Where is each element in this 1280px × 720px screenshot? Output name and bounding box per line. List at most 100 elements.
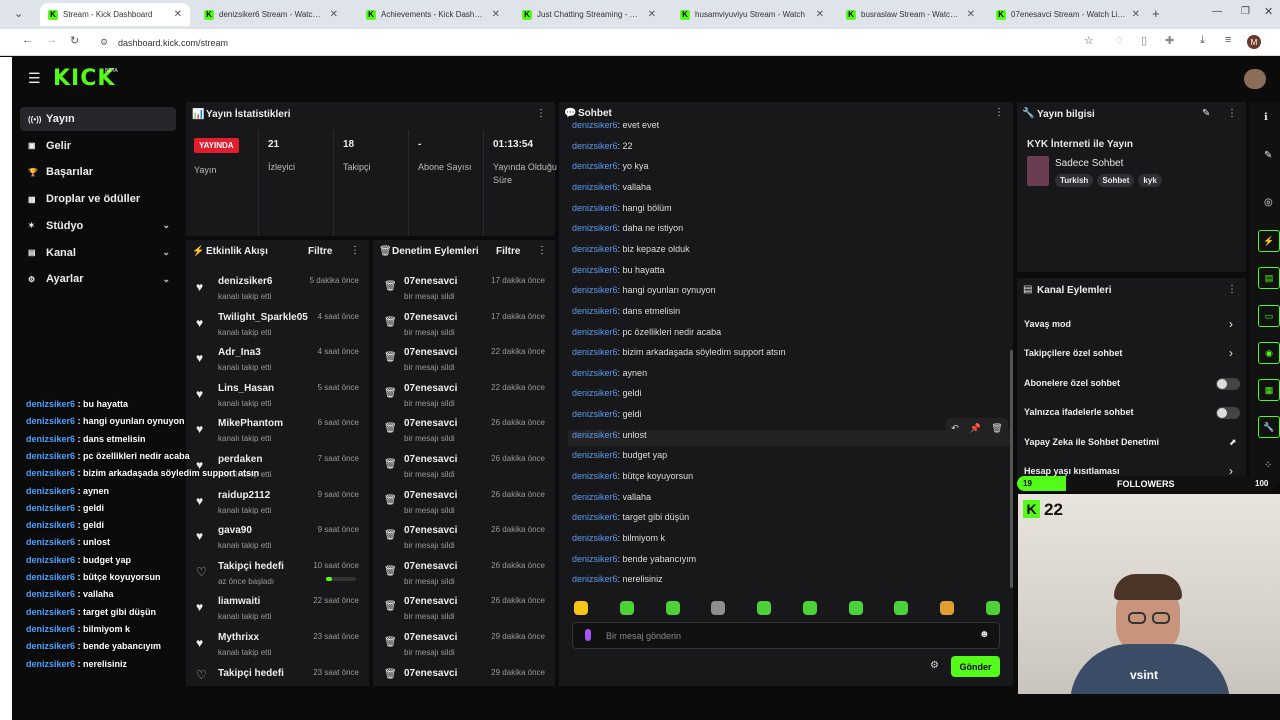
sidebar-item-broadcast[interactable]: ((•)) Yayın [20,107,176,131]
back-icon[interactable]: ← [22,34,33,46]
channel-action-label[interactable]: Yapay Zeka ile Sohbet Denetimi [1024,437,1159,447]
chat-username[interactable]: denizsiker6 [572,388,618,398]
chat-message[interactable]: denizsiker6: target gibi düşün [572,512,689,522]
chat-scrollbar[interactable] [1010,350,1013,588]
chat-message[interactable]: denizsiker6: bende yabancıyım [572,554,696,564]
layout-icon[interactable]: ▦ [1258,379,1280,401]
chat-username[interactable]: denizsiker6 [572,244,618,254]
tool-icon[interactable]: 🔧 [1258,416,1280,438]
chat-message[interactable]: denizsiker6: geldi [572,388,642,398]
tab-search-icon[interactable]: ⌄ [14,7,23,20]
channel-action-label[interactable]: Takipçilere özel sohbet [1024,348,1122,358]
browser-tab[interactable]: Kdenizsiker6 Stream - Watch Live ✕ [196,3,346,26]
chat-message[interactable]: denizsiker6: hangi bölüm [572,203,672,213]
chat-username[interactable]: denizsiker6 [572,368,618,378]
external-link-icon[interactable]: ⬈ [1229,437,1237,448]
channel-action-label[interactable]: Yalnızca ifadelerle sohbet [1024,407,1134,417]
chat-username[interactable]: denizsiker6 [572,554,618,564]
edit-icon[interactable]: ✎ [1202,108,1210,119]
broadcast-rail-icon[interactable]: ◉ [1258,342,1280,364]
category-name[interactable]: Sadece Sohbet [1055,158,1123,169]
emote-icon[interactable] [665,601,680,615]
close-window-icon[interactable]: ✕ [1264,5,1273,18]
stream-info-more-icon[interactable]: ⋮ [1227,108,1237,119]
maximize-icon[interactable]: ❐ [1241,6,1250,17]
media-icon[interactable]: ≡ [1225,34,1231,46]
moderator-name[interactable]: 07enesavci [404,454,457,465]
tab-close-icon[interactable]: ✕ [810,9,824,20]
channel-action-label[interactable]: Hesap yaşı kısıtlaması [1024,466,1120,476]
activity-filter-button[interactable]: Filtre [308,246,332,257]
chat-message[interactable]: denizsiker6: daha ne istiyon [572,223,683,233]
chat-username[interactable]: denizsiker6 [572,327,618,337]
activity-name[interactable]: gava90 [218,525,252,536]
activity-more-icon[interactable]: ⋮ [350,245,360,256]
chat-username[interactable]: denizsiker6 [572,450,618,460]
moderation-filter-button[interactable]: Filtre [496,246,520,257]
sidebar-item-studio[interactable]: ✶ Stüdyo ⌄ [20,214,176,238]
chat-message[interactable]: denizsiker6: vallaha [572,182,651,192]
chat-username[interactable]: denizsiker6 [572,285,618,295]
chat-username[interactable]: denizsiker6 [572,122,618,130]
chat-username[interactable]: denizsiker6 [572,471,618,481]
tag[interactable]: Sohbet [1097,174,1135,187]
activity-name[interactable]: liamwaiti [218,596,260,607]
lightning-icon[interactable]: ⚡ [1258,230,1280,252]
profile-avatar[interactable]: M [1247,35,1261,49]
chat-username[interactable]: denizsiker6 [572,512,618,522]
browser-tab[interactable]: K Just Chatting Streaming - Live ✕ [514,3,664,26]
emoji-icon[interactable]: ☻ [979,629,990,640]
chat-username[interactable]: denizsiker6 [572,574,618,584]
activity-name[interactable]: MikePhantom [218,418,283,429]
chat-message[interactable]: denizsiker6: yo kya [572,161,649,171]
activity-name[interactable]: Mythrixx [218,632,259,643]
emote-icon[interactable] [802,601,817,615]
chat-message[interactable]: denizsiker6: hangi oyunları oynuyon [572,285,716,295]
emote-icon[interactable] [848,601,863,615]
forward-icon[interactable]: → [46,34,57,46]
chat-more-icon[interactable]: ⋮ [994,107,1004,118]
minimize-icon[interactable]: — [1212,6,1222,17]
reply-icon[interactable]: ↶ [951,423,959,434]
emote-icon[interactable] [985,601,1000,615]
chat-username[interactable]: denizsiker6 [572,141,618,151]
chat-message[interactable]: denizsiker6: pc özellikleri nedir acaba [572,327,721,337]
chevron-right-icon[interactable]: › [1229,317,1233,331]
chat-username[interactable]: denizsiker6 [572,223,618,233]
chat-input[interactable]: Bir mesaj gönderin ☻ [572,622,1000,649]
chat-username[interactable]: denizsiker6 [572,265,618,275]
chat-message[interactable]: denizsiker6: budget yap [572,450,667,460]
moderator-name[interactable]: 07enesavci [404,312,457,323]
user-avatar[interactable] [1244,69,1266,89]
chat-message[interactable]: denizsiker6: aynen [572,368,647,378]
browser-tab[interactable]: K Stream - Kick Dashboard ✕ [40,3,190,26]
tab-close-icon[interactable]: ✕ [486,9,500,20]
url-field[interactable]: ⚙ dashboard.kick.com/stream [98,33,1098,52]
moderator-name[interactable]: 07enesavci [404,490,457,501]
chat-username[interactable]: denizsiker6 [572,430,618,440]
activity-name[interactable]: Adr_Ina3 [218,347,261,358]
chat-message[interactable]: denizsiker6: geldi [572,409,642,419]
browser-tab[interactable]: Khusamviyuviyu Stream - Watch ✕ [672,3,832,26]
tag[interactable]: Turkish [1055,174,1094,187]
sidebar-item-gear[interactable]: ⚙ Ayarlar ⌄ [20,267,176,291]
channel-actions-more-icon[interactable]: ⋮ [1227,284,1237,295]
emote-icon[interactable] [757,601,772,615]
info-icon[interactable]: ℹ [1264,112,1268,123]
chat-icon[interactable]: ▭ [1258,305,1280,327]
chat-username[interactable]: denizsiker6 [572,161,618,171]
emote-icon[interactable] [711,601,726,615]
chat-message[interactable]: denizsiker6: dans etmelisin [572,306,680,316]
sidebar-item-trophy[interactable]: 🏆 Başarılar [20,160,176,184]
chat-message[interactable]: denizsiker6: vallaha [572,492,651,502]
pencil-icon[interactable]: ✎ [1264,150,1272,161]
phone-icon[interactable]: ▯ [1141,34,1147,47]
send-button[interactable]: Gönder [951,656,1000,677]
stats-more-icon[interactable]: ⋮ [536,108,546,119]
activity-name[interactable]: Takipçi hedefi [218,561,284,572]
moderator-name[interactable]: 07enesavci [404,561,457,572]
list-icon[interactable]: ▤ [1258,267,1280,289]
sidebar-item-gift[interactable]: ▦ Droplar ve ödüller [20,187,176,211]
chat-settings-icon[interactable]: ⚙ [930,660,939,671]
chat-username[interactable]: denizsiker6 [572,306,618,316]
